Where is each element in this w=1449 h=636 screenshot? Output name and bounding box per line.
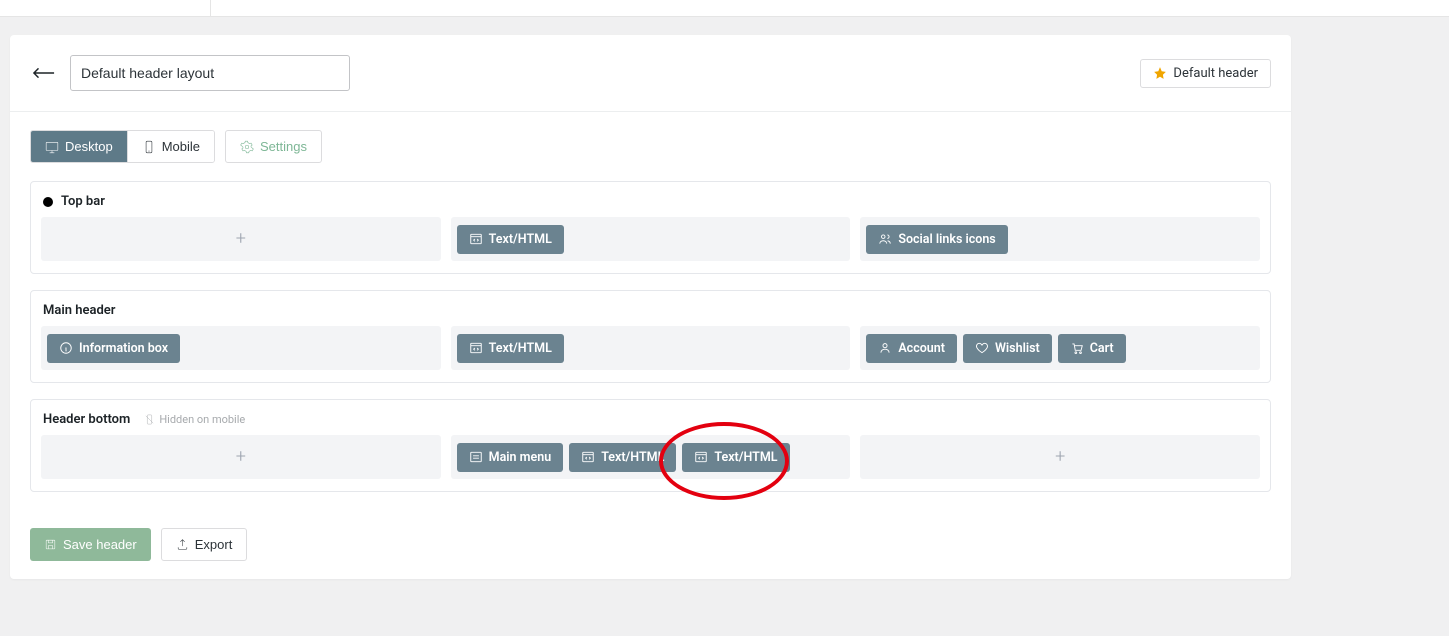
cart-icon (1070, 341, 1084, 355)
default-header-label: Default header (1173, 66, 1258, 81)
topbar-center-slot[interactable]: Text/HTML (451, 217, 851, 261)
bottom-right-slot[interactable]: + (860, 435, 1260, 479)
block-label: Account (898, 341, 945, 356)
tab-settings[interactable]: Settings (225, 130, 322, 163)
user-icon (878, 341, 892, 355)
footer-bar: Save header Export (10, 528, 1291, 579)
block-label: Social links icons (898, 232, 995, 247)
mobile-icon (142, 140, 156, 154)
block-account[interactable]: Account (866, 334, 957, 363)
back-button[interactable] (30, 62, 58, 84)
desktop-icon (45, 140, 59, 154)
save-header-button[interactable]: Save header (30, 528, 151, 561)
section-header-bottom: Header bottom Hidden on mobile + Main me… (30, 399, 1271, 492)
bottom-cols: + Main menu Text/HTML Text/HTML (41, 435, 1260, 479)
block-label: Text/HTML (714, 450, 777, 465)
layout-title-input[interactable] (70, 55, 350, 91)
block-text-html[interactable]: Text/HTML (682, 443, 789, 472)
export-label: Export (195, 537, 233, 552)
plus-icon: + (47, 442, 435, 472)
hidden-on-mobile-badge: Hidden on mobile (144, 413, 245, 426)
block-text-html[interactable]: Text/HTML (457, 225, 564, 254)
tab-desktop[interactable]: Desktop (31, 131, 127, 162)
export-icon (176, 538, 189, 551)
gear-icon (240, 140, 254, 154)
save-icon (44, 538, 57, 551)
page-wrap: Default header Desktop Mobile Settings (0, 17, 1449, 597)
hidden-on-mobile-label: Hidden on mobile (159, 413, 245, 426)
block-info-box[interactable]: Information box (47, 334, 180, 363)
code-icon (469, 232, 483, 246)
section-main-header: Main header Information box Text/HTML (30, 290, 1271, 383)
topbar-left-slot[interactable]: + (41, 217, 441, 261)
sections-area: Top bar + Text/HTML Social links icons (10, 171, 1291, 528)
section-topbar-title-row: Top bar (41, 192, 1260, 217)
tab-desktop-label: Desktop (65, 139, 113, 154)
section-main-title: Main header (43, 303, 115, 318)
export-button[interactable]: Export (161, 528, 248, 561)
block-text-html[interactable]: Text/HTML (457, 334, 564, 363)
block-social-links[interactable]: Social links icons (866, 225, 1007, 254)
block-label: Main menu (489, 450, 552, 465)
bottom-center-slot[interactable]: Main menu Text/HTML Text/HTML (451, 435, 851, 479)
code-icon (469, 341, 483, 355)
code-icon (581, 450, 595, 464)
device-toggle: Desktop Mobile (30, 130, 215, 163)
section-bottom-title-row: Header bottom Hidden on mobile (41, 410, 1260, 435)
panel-header-left (30, 55, 350, 91)
section-topbar: Top bar + Text/HTML Social links icons (30, 181, 1271, 274)
panel-header: Default header (10, 35, 1291, 112)
heart-icon (975, 341, 989, 355)
tab-mobile[interactable]: Mobile (127, 131, 214, 162)
main-left-slot[interactable]: Information box (41, 326, 441, 370)
section-bottom-title: Header bottom (43, 412, 130, 427)
bottom-left-slot[interactable]: + (41, 435, 441, 479)
block-main-menu[interactable]: Main menu (457, 443, 564, 472)
block-label: Text/HTML (601, 450, 664, 465)
users-icon (878, 232, 892, 246)
main-cols: Information box Text/HTML Account (41, 326, 1260, 370)
tab-settings-label: Settings (260, 139, 307, 154)
plus-icon: + (866, 442, 1254, 472)
topbar-cols: + Text/HTML Social links icons (41, 217, 1260, 261)
default-header-badge[interactable]: Default header (1140, 59, 1271, 88)
block-label: Wishlist (995, 341, 1040, 356)
mobile-off-icon (144, 414, 155, 425)
block-cart[interactable]: Cart (1058, 334, 1126, 363)
block-label: Cart (1090, 341, 1114, 356)
admin-top-strip (0, 0, 1449, 17)
main-center-slot[interactable]: Text/HTML (451, 326, 851, 370)
section-topbar-title: Top bar (61, 194, 105, 209)
main-right-slot[interactable]: Account Wishlist Cart (860, 326, 1260, 370)
block-label: Text/HTML (489, 341, 552, 356)
tab-mobile-label: Mobile (162, 139, 200, 154)
block-text-html[interactable]: Text/HTML (569, 443, 676, 472)
toolbar: Desktop Mobile Settings (10, 112, 1291, 171)
info-icon (59, 341, 73, 355)
section-main-title-row: Main header (41, 301, 1260, 326)
arrow-left-icon (33, 65, 55, 81)
code-icon (694, 450, 708, 464)
save-label: Save header (63, 537, 137, 552)
block-wishlist[interactable]: Wishlist (963, 334, 1052, 363)
topbar-right-slot[interactable]: Social links icons (860, 217, 1260, 261)
menu-icon (469, 450, 483, 464)
plus-icon: + (47, 224, 435, 254)
block-label: Information box (79, 341, 168, 356)
header-builder-panel: Default header Desktop Mobile Settings (10, 35, 1291, 579)
block-label: Text/HTML (489, 232, 552, 247)
dot-icon (43, 197, 53, 207)
star-icon (1153, 66, 1167, 80)
